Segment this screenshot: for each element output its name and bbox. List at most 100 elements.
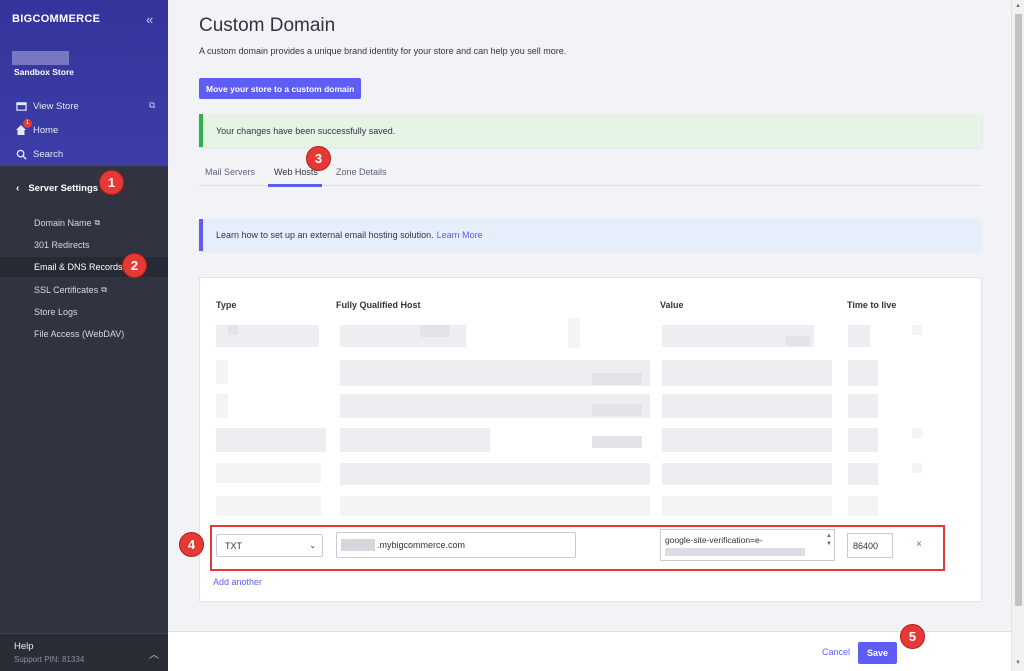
scroll-thumb[interactable] (1015, 14, 1022, 606)
info-text: Learn how to set up an external email ho… (216, 230, 434, 240)
sidebar-item-domain-name[interactable]: Domain Name ⧉ (34, 218, 100, 228)
page-title: Custom Domain (199, 15, 336, 36)
help-label: Help (14, 641, 34, 652)
scroll-down-icon[interactable]: ▼ (1015, 660, 1021, 666)
step-marker-1: 1 (99, 170, 124, 195)
column-header-ttl: Time to live (847, 300, 897, 310)
dns-records-card: Type Fully Qualified Host Value Time to … (199, 277, 982, 602)
blurred-record-cell (662, 394, 832, 418)
chevron-up-icon[interactable]: ︿ (149, 646, 159, 661)
host-suffix: .mybigcommerce.com (377, 540, 466, 550)
record-type-select[interactable]: TXT ⌄ (216, 534, 323, 557)
blurred-record-cell (340, 496, 650, 516)
column-header-host: Fully Qualified Host (336, 300, 421, 310)
blurred-record-cell (662, 360, 832, 386)
external-link-icon: ⧉ (94, 218, 101, 227)
save-button[interactable]: Save (858, 642, 897, 664)
sidebar-item-file-access[interactable]: File Access (WebDAV) (34, 329, 124, 339)
success-message: Your changes have been successfully save… (216, 125, 396, 136)
fully-qualified-host-input[interactable]: .mybigcommerce.com (336, 532, 576, 558)
blurred-record-cell (848, 428, 878, 452)
support-pin: Support PIN: 81334 (14, 655, 85, 664)
page-scrollbar[interactable]: ▲ ▼ (1011, 0, 1024, 671)
ttl-input[interactable]: 86400 (847, 533, 893, 558)
add-another-link[interactable]: Add another (213, 577, 262, 587)
blurred-record-cell (912, 428, 922, 438)
blurred-record-cell (340, 428, 490, 452)
blurred-record-cell (420, 325, 450, 337)
store-logo-blurred (12, 51, 69, 65)
sidebar: BIGCOMMERCE « Sandbox Store View Store ⧉… (0, 0, 168, 671)
cancel-button[interactable]: Cancel (822, 647, 850, 657)
sidebar-item-email-dns-records[interactable]: Email & DNS Records (34, 262, 123, 272)
blurred-record-cell (216, 463, 321, 483)
sidebar-item-label: SSL Certificates (34, 285, 99, 295)
blurred-record-cell (662, 428, 832, 452)
store-name: Sandbox Store (14, 67, 74, 77)
sidebar-item-store-logs[interactable]: Store Logs (34, 307, 78, 317)
sidebar-link-label: View Store (33, 100, 79, 112)
tab-zone-details[interactable]: Zone Details (336, 167, 387, 177)
sidebar-link-label: Search (33, 148, 64, 160)
sidebar-section-server-settings[interactable]: ‹ Server Settings (0, 174, 168, 202)
blurred-record-cell (848, 394, 878, 418)
sidebar-item-301-redirects[interactable]: 301 Redirects (34, 240, 90, 250)
collapse-sidebar-icon[interactable]: « (146, 12, 153, 27)
remove-record-icon[interactable]: × (916, 539, 922, 550)
sidebar-header: BIGCOMMERCE « Sandbox Store View Store ⧉… (0, 0, 168, 166)
tab-mail-servers[interactable]: Mail Servers (205, 167, 255, 177)
blurred-record-cell (216, 496, 321, 516)
success-alert: Your changes have been successfully save… (199, 114, 982, 147)
record-type-value: TXT (225, 540, 242, 551)
step-marker-2: 2 (122, 253, 147, 278)
blurred-record-cell (786, 336, 810, 346)
host-prefix-blurred (341, 539, 375, 551)
main-content: Custom Domain A custom domain provides a… (168, 0, 1011, 671)
blurred-record-cell (662, 496, 832, 516)
sidebar-link-label: Home (33, 124, 59, 136)
external-link-icon: ⧉ (101, 285, 107, 294)
sidebar-item-label: Store Logs (34, 307, 78, 317)
external-link-icon: ⧉ (149, 100, 156, 110)
info-alert: Learn how to set up an external email ho… (199, 219, 982, 251)
step-marker-4: 4 (179, 532, 204, 557)
blurred-record-cell (592, 436, 642, 448)
blurred-record-cell (848, 463, 878, 485)
blurred-record-cell (592, 404, 642, 416)
record-value-textarea[interactable]: google-site-verification=e- ▲ ▼ (660, 529, 835, 561)
blurred-record-cell (848, 325, 870, 347)
ttl-value: 86400 (853, 540, 879, 551)
textarea-scroll-arrows-icon[interactable]: ▲ ▼ (826, 532, 832, 548)
sidebar-item-label: File Access (WebDAV) (34, 329, 125, 339)
step-marker-5: 5 (900, 624, 925, 649)
sidebar-link-search[interactable]: Search (15, 148, 63, 160)
blurred-record-cell (848, 496, 878, 516)
storefront-icon (15, 100, 27, 112)
record-value-text: google-site-verification=e- (665, 535, 763, 545)
step-marker-3: 3 (306, 146, 331, 171)
page-description: A custom domain provides a unique brand … (199, 46, 567, 56)
value-blurred (665, 548, 805, 556)
sidebar-link-view-store[interactable]: View Store (15, 100, 79, 112)
move-to-custom-domain-button[interactable]: Move your store to a custom domain (199, 78, 362, 99)
sidebar-help-panel[interactable]: Help Support PIN: 81334 ︿ (0, 633, 168, 671)
blurred-record-cell (216, 428, 326, 452)
bigcommerce-logo[interactable]: BIGCOMMERCE (12, 13, 100, 25)
sidebar-item-label: 301 Redirects (34, 240, 90, 250)
blurred-record-cell (228, 325, 238, 335)
blurred-record-cell (848, 360, 878, 386)
blurred-record-cell (662, 463, 832, 485)
sidebar-link-home[interactable]: Home (15, 124, 58, 136)
blurred-record-cell (216, 360, 228, 384)
learn-more-link[interactable]: Learn More (437, 230, 483, 240)
column-header-type: Type (216, 300, 237, 310)
blurred-record-cell (912, 463, 922, 473)
column-header-value: Value (660, 300, 684, 310)
blurred-record-cell (216, 394, 228, 418)
active-tab-indicator (268, 184, 322, 187)
search-icon (15, 148, 27, 160)
chevron-left-icon: ‹ (16, 182, 20, 194)
blurred-record-cell (592, 373, 642, 385)
scroll-up-icon[interactable]: ▲ (1015, 3, 1021, 9)
sidebar-item-ssl-certificates[interactable]: SSL Certificates ⧉ (34, 285, 107, 295)
